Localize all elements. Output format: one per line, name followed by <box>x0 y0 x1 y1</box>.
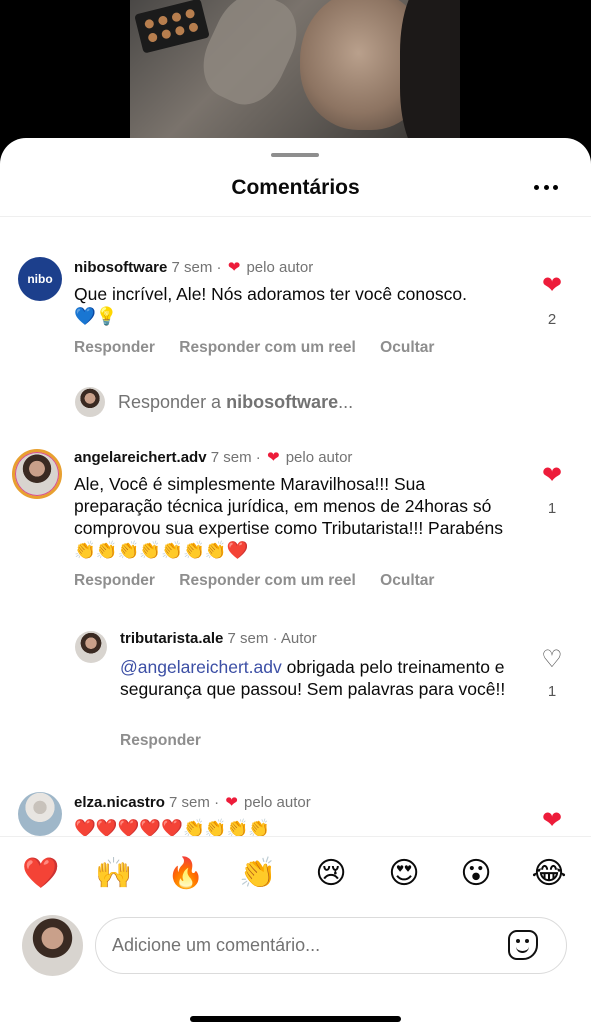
like-count: 2 <box>547 311 557 328</box>
author-liked-tag: pelo autor <box>244 794 311 811</box>
reply-text: @angelareichert.adv obrigada pelo treina… <box>120 657 506 699</box>
author-tag: Autor <box>280 630 317 647</box>
like-heart-icon[interactable]: ❤ <box>540 464 564 488</box>
emoji-cry[interactable]: 😢 <box>311 856 351 892</box>
comment-actions: Responder Responder com um reel Ocultar <box>74 339 454 357</box>
reply-username[interactable]: tributarista.ale <box>120 630 223 647</box>
reply-to-prompt[interactable]: Responder a nibosoftware... <box>75 387 353 417</box>
emoji-raised-hands[interactable]: 🙌 <box>94 856 134 892</box>
hide-button[interactable]: Ocultar <box>380 572 434 589</box>
comment-input[interactable] <box>112 918 492 973</box>
drag-handle[interactable] <box>271 153 319 157</box>
my-avatar <box>75 387 105 417</box>
avatar-elza[interactable] <box>18 792 62 836</box>
reply-actions: Responder <box>120 732 221 750</box>
comments-sheet: Comentários nibo nibosoftware 7 sem · ❤ … <box>0 138 591 1034</box>
reply-button[interactable]: Responder <box>74 572 155 589</box>
mention-link[interactable]: @angelareichert.adv <box>120 657 282 677</box>
reply-time: 7 sem <box>227 630 269 647</box>
emoji-bar-divider <box>0 836 591 837</box>
sticker-icon[interactable] <box>508 930 538 960</box>
comment-time: 7 sem <box>169 794 210 811</box>
reply-button[interactable]: Responder <box>74 339 155 356</box>
like-count: 1 <box>547 500 557 517</box>
emoji-heart[interactable]: ❤️ <box>21 856 61 892</box>
comment-header: nibosoftware 7 sem · ❤ pelo autor <box>74 259 314 276</box>
emoji-fire[interactable]: 🔥 <box>166 856 206 892</box>
home-indicator <box>190 1016 401 1022</box>
comment-text: Que incrível, Ale! Nós adoramos ter você… <box>74 284 467 326</box>
reply-button[interactable]: Responder <box>120 732 201 749</box>
more-icon[interactable] <box>534 185 558 191</box>
header-divider <box>0 216 591 217</box>
reply-with-reel-button[interactable]: Responder com um reel <box>179 572 356 589</box>
author-liked-tag: pelo autor <box>285 449 353 466</box>
comment-text: Ale, Você é simplesmente Maravilhosa!!! … <box>74 474 503 560</box>
comment-header: angelareichert.adv 7 sem · ❤ pelo autor <box>74 449 353 466</box>
heart-icon: ❤ <box>225 794 238 811</box>
avatar-nibosoftware[interactable]: nibo <box>18 257 62 301</box>
comment-username[interactable]: nibosoftware <box>74 259 167 276</box>
sheet-title: Comentários <box>231 176 360 199</box>
author-liked-tag: pelo autor <box>246 259 314 276</box>
heart-icon: ❤ <box>266 449 280 466</box>
makeup-palette-image <box>134 0 210 54</box>
emoji-wow[interactable]: 😮 <box>456 856 496 892</box>
my-avatar <box>22 915 83 976</box>
hand-image <box>190 0 310 116</box>
reply-to-text: Responder a nibosoftware... <box>118 391 354 412</box>
reply-header: tributarista.ale 7 sem · Autor <box>120 630 317 647</box>
hair-image <box>400 0 460 160</box>
emoji-laugh[interactable]: 😂 <box>529 856 569 892</box>
like-heart-icon[interactable]: ❤ <box>540 809 564 833</box>
avatar-tributarista[interactable] <box>75 631 107 663</box>
comment-actions: Responder Responder com um reel Ocultar <box>74 572 454 590</box>
comment-time: 7 sem <box>210 449 252 466</box>
avatar-angelareichert[interactable] <box>12 449 62 499</box>
comment-header: elza.nicastro 7 sem · ❤ pelo autor <box>74 794 311 811</box>
emoji-clap[interactable]: 👏 <box>238 856 278 892</box>
like-heart-outline-icon[interactable]: ♡ <box>540 648 564 672</box>
heart-icon: ❤ <box>227 259 241 276</box>
comment-text: ❤️❤️❤️❤️❤️👏👏👏👏 <box>74 818 271 837</box>
emoji-heart-eyes[interactable]: 😍 <box>384 856 424 892</box>
reply-with-reel-button[interactable]: Responder com um reel <box>179 339 356 356</box>
avatar-label: nibo <box>27 272 53 286</box>
hide-button[interactable]: Ocultar <box>380 339 434 356</box>
like-count: 1 <box>547 683 557 700</box>
comment-username[interactable]: angelareichert.adv <box>74 449 207 466</box>
comment-input-box[interactable] <box>95 917 567 974</box>
comment-username[interactable]: elza.nicastro <box>74 794 165 811</box>
like-heart-icon[interactable]: ❤ <box>540 274 564 298</box>
comment-time: 7 sem <box>171 259 213 276</box>
